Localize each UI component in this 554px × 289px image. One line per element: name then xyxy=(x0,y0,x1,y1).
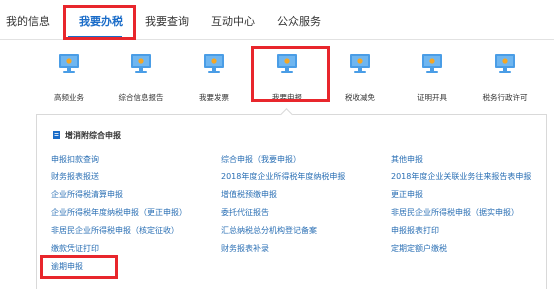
service-admin-license[interactable]: 税务行政许可 xyxy=(465,52,545,104)
monitor-icon xyxy=(495,54,515,73)
service-tax-reduction[interactable]: 税收减免 xyxy=(320,52,400,104)
monitor-icon xyxy=(350,54,370,73)
monitor-icon xyxy=(59,54,79,73)
link-overdue-declare[interactable]: 逾期申报 xyxy=(51,261,83,272)
link-agency-report[interactable]: 委托代征报告 xyxy=(221,207,269,218)
link-financial-statement[interactable]: 财务报表报送 xyxy=(51,171,99,182)
service-certificate[interactable]: 证明开具 xyxy=(392,52,472,104)
link-statement-supplement[interactable]: 财务报表补录 xyxy=(221,243,269,254)
service-label: 税收减免 xyxy=(345,93,375,102)
monitor-icon xyxy=(277,54,297,73)
link-2018-income-tax[interactable]: 2018年度企业所得税年度纳税申报 xyxy=(221,171,345,182)
active-tab-indicator xyxy=(68,36,122,39)
link-print-voucher[interactable]: 缴款凭证打印 xyxy=(51,243,99,254)
link-correction-declare[interactable]: 更正申报 xyxy=(391,189,423,200)
tab-interaction-center[interactable]: 互动中心 xyxy=(211,13,255,29)
link-2018-related-party[interactable]: 2018年度企业关联业务往来报告表申报 xyxy=(391,171,531,182)
declare-dropdown-panel: 增消附综合申报 申报扣款查询 综合申报（我要申报） 其他申报 财务报表报送 20… xyxy=(36,114,547,289)
tab-query[interactable]: 我要查询 xyxy=(145,13,189,29)
service-declare[interactable]: 我要申报 xyxy=(247,52,327,104)
link-fixed-quota-payment[interactable]: 定期定额户缴税 xyxy=(391,243,447,254)
main-tab-bar: 我的信息 我要办税 我要查询 互动中心 公众服务 xyxy=(0,0,554,40)
link-comprehensive-declare[interactable]: 综合申报（我要申报） xyxy=(221,154,301,165)
tab-my-info[interactable]: 我的信息 xyxy=(6,13,50,29)
panel-heading-text: 增消附综合申报 xyxy=(65,131,121,140)
link-nonresident-actual[interactable]: 非居民企业所得税申报（据实申报） xyxy=(391,207,519,218)
service-invoice[interactable]: 我要发票 xyxy=(174,52,254,104)
service-label: 我要申报 xyxy=(272,93,302,102)
link-payment-query[interactable]: 申报扣款查询 xyxy=(51,154,99,165)
link-other-declare[interactable]: 其他申报 xyxy=(391,154,423,165)
service-label: 综合信息报告 xyxy=(118,93,164,102)
service-label: 高频业务 xyxy=(54,93,84,102)
monitor-icon xyxy=(204,54,224,73)
document-icon xyxy=(53,131,60,139)
tab-public-service[interactable]: 公众服务 xyxy=(277,13,321,29)
monitor-icon xyxy=(422,54,442,73)
service-label: 我要发票 xyxy=(199,93,229,102)
link-nonresident-assessed[interactable]: 非居民企业所得税申报（核定征收） xyxy=(51,225,179,236)
monitor-icon xyxy=(131,54,151,73)
link-consolidated-filing[interactable]: 汇总纳税总分机构登记备案 xyxy=(221,225,317,236)
link-vat-prepay[interactable]: 增值税预缴申报 xyxy=(221,189,277,200)
panel-heading: 增消附综合申报 xyxy=(53,130,121,141)
service-comprehensive-report[interactable]: 综合信息报告 xyxy=(101,52,181,104)
service-label: 税务行政许可 xyxy=(482,93,528,102)
link-annual-correction[interactable]: 企业所得税年度纳税申报（更正申报） xyxy=(51,207,187,218)
link-print-forms[interactable]: 申报报表打印 xyxy=(391,225,439,236)
tab-tax-handling[interactable]: 我要办税 xyxy=(79,13,123,29)
service-label: 证明开具 xyxy=(417,93,447,102)
link-liquidation-declare[interactable]: 企业所得税清算申报 xyxy=(51,189,123,200)
service-frequent[interactable]: 高频业务 xyxy=(29,52,109,104)
